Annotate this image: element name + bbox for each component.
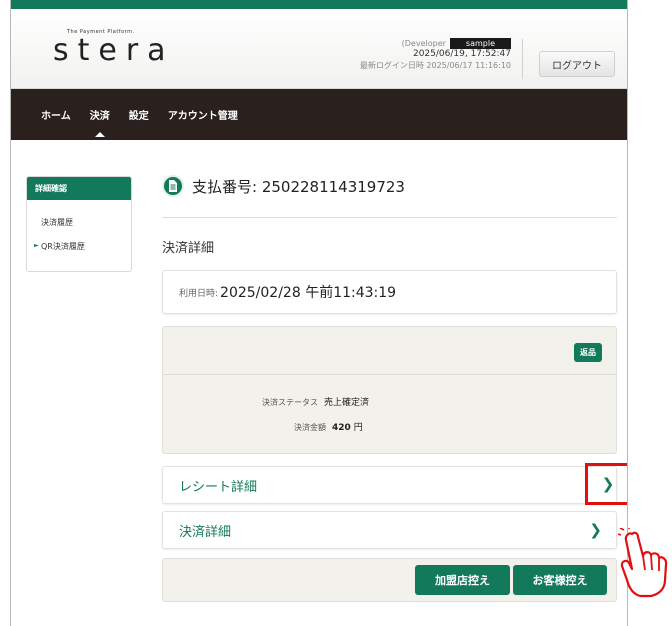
usage-date-card: 利用日時: 2025/02/28 午前11:43:19 — [162, 270, 617, 314]
top-accent-bar — [11, 0, 627, 9]
receipt-detail-label: レシート詳細 — [179, 479, 258, 495]
payment-header: 支払番号: 250228114319723 — [162, 170, 617, 202]
sidebar: 詳細確認 決済履歴 ► QR決済履歴 — [26, 176, 132, 272]
sidebar-item-label: 決済履歴 — [41, 218, 73, 227]
usage-date-value: 2025/02/28 午前11:43:19 — [220, 285, 397, 301]
sidebar-item-label: QR決済履歴 — [41, 242, 85, 251]
triangle-right-icon: ► — [34, 242, 39, 249]
receipt-detail-wrap: レシート詳細 ❯ — [162, 463, 627, 505]
refund-button[interactable]: 返品 — [574, 343, 602, 362]
nav-item-settings[interactable]: 設定 — [129, 107, 149, 122]
customer-copy-button[interactable]: お客様控え — [513, 565, 607, 595]
logo-wordmark: stera — [53, 33, 175, 68]
copy-button-bar: 加盟店控え お客様控え — [162, 558, 617, 602]
nav-item-payments[interactable]: 決済 — [90, 107, 110, 122]
amount-unit: 円 — [353, 423, 363, 433]
section-title: 決済詳細 — [162, 241, 215, 256]
status-value: 売上確定済 — [324, 398, 370, 408]
logout-button[interactable]: ログアウト — [539, 51, 615, 77]
divider — [162, 217, 617, 218]
nav-item-home[interactable]: ホーム — [41, 107, 71, 122]
session-info: (Developer sample 2025/06/19, 17:52:47 最新… — [360, 38, 511, 71]
payment-detail-link[interactable]: 決済詳細 ❯ — [162, 511, 617, 549]
main-nav: ホーム 決済 設定 アカウント管理 — [11, 89, 627, 140]
highlight-box: ❯ — [585, 463, 627, 505]
developer-name: sample — [449, 38, 511, 49]
nav-item-account[interactable]: アカウント管理 — [168, 107, 238, 122]
sidebar-item-payment-history[interactable]: 決済履歴 — [27, 217, 131, 228]
status-label: 決済ステータス — [262, 398, 318, 407]
sidebar-header: 詳細確認 — [27, 177, 131, 200]
status-row: 決済ステータス 売上確定済 — [262, 395, 369, 408]
amount-row: 決済金額 420 円 — [294, 420, 363, 433]
developer-prefix: (Developer — [401, 39, 446, 48]
main-content: 支払番号: 250228114319723 決済詳細 利用日時: 2025/02… — [162, 170, 627, 602]
payment-detail-card: 返品 決済ステータス 売上確定済 決済金額 420 円 — [162, 326, 617, 454]
amount-label: 決済金額 — [294, 423, 326, 432]
sidebar-item-qr-history[interactable]: ► QR決済履歴 — [27, 241, 131, 252]
last-login: 最新ログイン日時 2025/06/17 11:16:10 — [359, 61, 511, 70]
page-frame: The Payment Platform. stera (Developer sa… — [10, 0, 628, 626]
stera-logo[interactable]: The Payment Platform. stera — [53, 29, 175, 66]
header-divider — [522, 39, 523, 79]
receipt-detail-link[interactable]: レシート詳細 — [162, 466, 617, 504]
merchant-copy-button[interactable]: 加盟店控え — [415, 565, 510, 595]
chevron-right-icon: ❯ — [589, 521, 602, 539]
document-icon — [162, 175, 184, 197]
pointing-hand-icon — [617, 527, 672, 606]
chevron-right-icon[interactable]: ❯ — [602, 475, 615, 493]
header: The Payment Platform. stera (Developer sa… — [11, 9, 627, 89]
payment-detail-label: 決済詳細 — [179, 524, 232, 540]
current-time: 2025/06/19, 17:52:47 — [412, 49, 511, 59]
payment-number: 支払番号: 250228114319723 — [192, 177, 405, 196]
usage-date-label: 利用日時: — [179, 288, 219, 299]
detail-card-header: 返品 — [163, 327, 616, 375]
amount-value: 420 — [332, 423, 351, 433]
